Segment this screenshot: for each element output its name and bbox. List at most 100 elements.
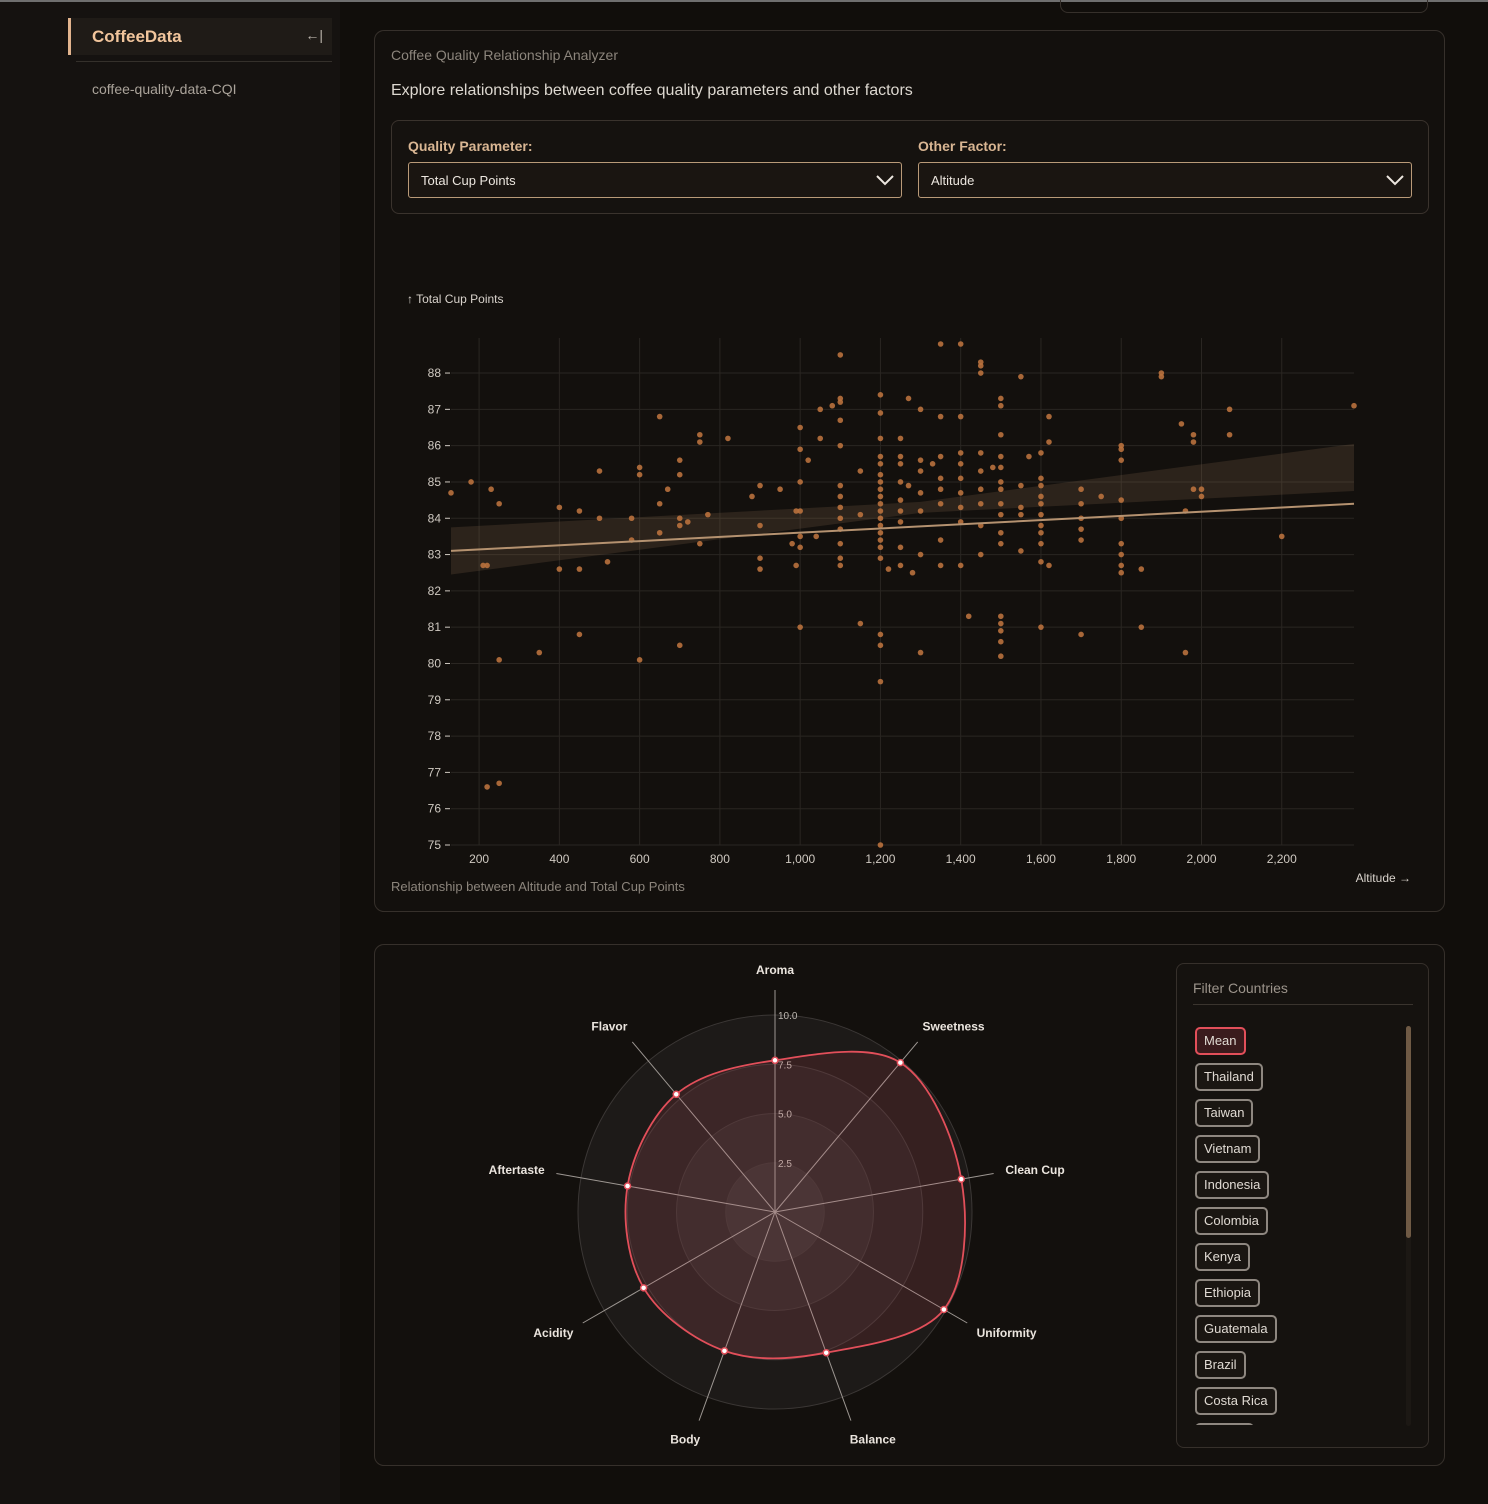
x-tick-label: 2,200 — [1267, 852, 1297, 866]
data-point — [697, 431, 703, 438]
data-point — [977, 468, 984, 474]
data-point — [1098, 493, 1104, 500]
data-point — [917, 468, 924, 474]
data-point — [725, 435, 731, 442]
data-point — [998, 613, 1004, 620]
data-point — [576, 566, 583, 572]
data-point — [857, 468, 864, 474]
data-point — [1118, 540, 1125, 547]
data-point — [998, 453, 1004, 460]
radar-point — [771, 1056, 779, 1065]
data-point — [837, 504, 844, 511]
data-point — [897, 519, 904, 525]
data-point — [484, 562, 490, 569]
data-point — [676, 515, 683, 522]
country-chip[interactable]: Vietnam — [1195, 1135, 1261, 1163]
data-point — [536, 649, 543, 656]
sidebar-item-dataset[interactable]: coffee-quality-data-CQI — [92, 81, 236, 97]
data-point — [1138, 624, 1145, 630]
radar-point — [957, 1175, 965, 1183]
data-point — [664, 486, 671, 493]
country-chip[interactable]: Colombia — [1195, 1207, 1268, 1235]
data-point — [877, 486, 884, 493]
quality-parameter-label: Quality Parameter: — [408, 138, 533, 154]
country-chip[interactable]: Kenya — [1195, 1243, 1250, 1271]
country-chip[interactable]: Taiwan — [1195, 1099, 1254, 1127]
data-point — [1026, 453, 1032, 460]
data-point — [857, 620, 864, 627]
scrollbar-thumb[interactable] — [1406, 1026, 1411, 1238]
data-point — [817, 435, 824, 442]
data-point — [1018, 482, 1024, 489]
country-chip[interactable]: Guatemala — [1195, 1315, 1277, 1343]
x-tick-label: 1,000 — [785, 852, 815, 866]
country-chip[interactable]: Ethiopia — [1195, 1279, 1260, 1307]
radar-point — [896, 1058, 905, 1067]
data-point — [797, 544, 803, 551]
country-chip[interactable]: Mean — [1195, 1027, 1246, 1055]
collapse-sidebar-icon[interactable]: ←| — [305, 27, 323, 43]
country-chip[interactable]: Costa Rica — [1195, 1387, 1277, 1415]
data-point — [805, 457, 811, 463]
data-point — [837, 352, 844, 358]
data-point — [877, 435, 884, 442]
radar-axis-label: Sweetness — [923, 1020, 985, 1034]
data-point — [496, 657, 502, 663]
data-point — [937, 453, 944, 460]
country-chip[interactable]: Mexico — [1195, 1423, 1255, 1425]
data-point — [897, 497, 904, 503]
filter-divider — [1193, 1004, 1413, 1005]
data-point — [813, 533, 820, 540]
data-point — [877, 500, 884, 507]
data-point — [917, 508, 924, 514]
data-point — [749, 493, 755, 500]
data-point — [977, 500, 984, 507]
data-point — [656, 413, 663, 420]
y-tick-label: 84 — [428, 511, 442, 525]
other-factor-select[interactable]: Altitude — [918, 162, 1412, 198]
data-point — [877, 515, 884, 522]
data-point — [917, 551, 924, 558]
data-point — [977, 551, 984, 558]
data-point — [998, 540, 1004, 547]
data-point — [1351, 402, 1357, 409]
data-point — [757, 555, 763, 561]
data-point — [676, 457, 683, 463]
country-list-scrollbar[interactable] — [1406, 1026, 1411, 1426]
y-tick-label: 78 — [428, 729, 442, 743]
data-point — [877, 471, 884, 478]
data-point — [576, 631, 583, 638]
country-chip[interactable]: Thailand — [1195, 1063, 1263, 1091]
data-point — [998, 529, 1004, 536]
data-point — [957, 490, 964, 496]
data-point — [1278, 533, 1285, 540]
data-point — [877, 410, 884, 416]
y-tick-label: 88 — [428, 366, 442, 380]
data-point — [1038, 450, 1044, 456]
data-point — [596, 468, 603, 474]
country-chip[interactable]: Indonesia — [1195, 1171, 1270, 1199]
country-chip[interactable]: Brazil — [1195, 1351, 1246, 1379]
data-point — [1182, 649, 1189, 656]
data-point — [837, 540, 844, 547]
radar-point — [822, 1348, 830, 1357]
data-point — [1138, 566, 1145, 572]
y-tick-label: 77 — [428, 765, 442, 779]
data-point — [998, 486, 1004, 493]
data-point — [697, 439, 703, 445]
data-point — [837, 515, 844, 522]
data-point — [837, 482, 844, 489]
data-point — [1118, 562, 1125, 569]
data-point — [998, 511, 1004, 518]
data-point — [817, 406, 824, 413]
data-point — [448, 490, 454, 496]
sidebar-brand[interactable]: CoffeeData ←| — [68, 18, 332, 55]
main-content: Coffee Quality Relationship Analyzer Exp… — [340, 0, 1488, 1504]
data-point — [1190, 439, 1197, 445]
data-point — [1046, 413, 1052, 420]
data-point — [636, 657, 643, 663]
data-point — [937, 413, 944, 420]
y-tick-label: 83 — [428, 548, 442, 562]
data-point — [1078, 500, 1084, 507]
quality-parameter-select[interactable]: Total Cup Points — [408, 162, 902, 198]
